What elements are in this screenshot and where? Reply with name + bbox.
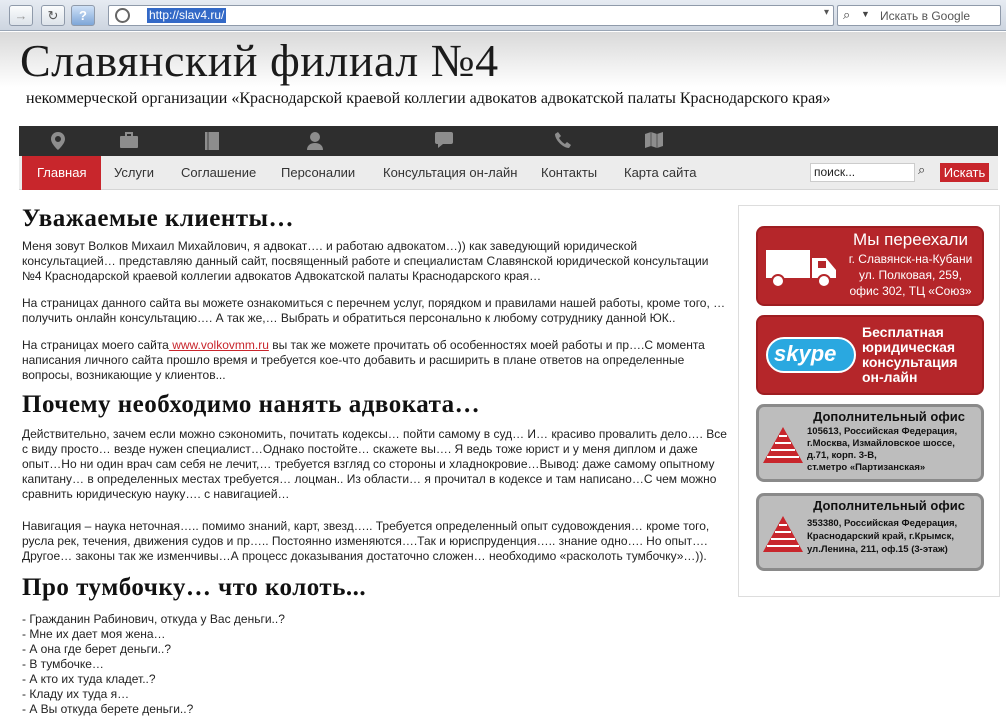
nav-item-home[interactable]: Главная xyxy=(22,156,102,190)
list-item: - В тумбочке… xyxy=(22,657,104,671)
list-item: - А она где берет деньги..? xyxy=(22,642,171,656)
help-icon[interactable]: ? xyxy=(71,5,95,26)
map-icon[interactable] xyxy=(645,132,663,150)
globe-icon xyxy=(115,8,130,23)
skype-logo-icon: skype xyxy=(766,337,856,373)
skype-line1: Бесплатная xyxy=(862,324,944,340)
briefcase-icon[interactable] xyxy=(120,132,138,150)
search-icon[interactable]: ⌕ xyxy=(918,162,925,178)
skype-consultation-banner[interactable]: skype Бесплатная юридическая консультаци… xyxy=(756,315,984,395)
list-item: - Гражданин Рабинович, откуда у Вас день… xyxy=(22,612,285,626)
paragraph-text: На страницах моего сайта xyxy=(22,338,169,352)
moved-line3: офис 302, ТЦ «Союз» xyxy=(849,284,972,298)
skype-line3: консультация xyxy=(862,354,958,370)
site-subtitle: некоммерческой организации «Краснодарско… xyxy=(26,90,831,107)
office1-line2: г.Москва, Измайловское шоссе, xyxy=(807,438,955,449)
skype-line4: он-лайн xyxy=(862,369,918,385)
moved-line1: г. Славянск-на-Кубани xyxy=(848,252,973,266)
office1-line3: д.71, корп. 3-В, xyxy=(807,450,877,461)
heading-nightstand: Про тумбочку… что колоть... xyxy=(22,574,367,601)
moved-line2: ул. Полковая, 259, xyxy=(859,268,962,282)
building-icon xyxy=(763,427,803,463)
search-icon[interactable]: ⌕ xyxy=(843,7,850,23)
office1-title: Дополнительный офис xyxy=(813,409,965,424)
phone-icon[interactable] xyxy=(554,132,572,150)
office2-line2: Краснодарский край, г.Крымск, xyxy=(807,531,954,542)
list-item: - Кладу их туда я… xyxy=(22,687,130,701)
office-moscow-card[interactable]: Дополнительный офис 105613, Российская Ф… xyxy=(756,404,984,482)
paragraph: Навигация – наука неточная….. помимо зна… xyxy=(22,519,710,563)
map-pin-icon[interactable] xyxy=(49,132,67,150)
book-icon[interactable] xyxy=(203,132,221,150)
skype-line2: юридическая xyxy=(862,339,956,355)
truck-icon xyxy=(766,250,836,288)
site-search-input[interactable]: поиск... xyxy=(810,163,915,182)
browser-search-input[interactable]: ⌕ ▼ Искать в Google xyxy=(837,5,1001,26)
forward-icon[interactable]: → xyxy=(9,5,33,26)
url-text[interactable]: http://slav4.ru/ xyxy=(147,8,227,23)
address-bar[interactable]: http://slav4.ru/ ▾ xyxy=(108,5,834,26)
list-item: - А кто их туда кладет..? xyxy=(22,672,156,686)
heading-why-lawyer: Почему необходимо нанять адвоката… xyxy=(22,391,481,418)
list-item: - А Вы откуда берете деньги..? xyxy=(22,702,194,716)
main-content: Уважаемые клиенты… Меня зовут Волков Мих… xyxy=(22,205,730,717)
list-item: - Мне их дает моя жена… xyxy=(22,627,166,641)
skype-logo-text: skype xyxy=(774,341,837,366)
main-nav: Главная Услуги Соглашение Персоналии Кон… xyxy=(19,156,998,190)
chevron-down-icon[interactable]: ▾ xyxy=(824,7,829,18)
nav-item-agreement[interactable]: Соглашение xyxy=(181,156,256,190)
office1-line4: ст.метро «Партизанская» xyxy=(807,462,926,473)
nav-item-services[interactable]: Услуги xyxy=(114,156,154,190)
office2-line3: ул.Ленина, 211, оф.15 (3-этаж) xyxy=(807,544,948,555)
chevron-down-icon[interactable]: ▼ xyxy=(861,9,870,19)
nav-icon-bar xyxy=(19,126,998,156)
office2-line1: 353380, Российская Федерация, xyxy=(807,518,958,529)
building-icon xyxy=(763,516,803,552)
paragraph: Меня зовут Волков Михаил Михайлович, я а… xyxy=(22,239,709,283)
paragraph: Действительно, зачем если можно сэкономи… xyxy=(22,427,727,501)
site-title: Славянский филиал №4 xyxy=(20,35,499,86)
person-icon[interactable] xyxy=(306,132,324,150)
personal-site-link[interactable]: www.volkovmm.ru xyxy=(169,338,269,352)
office-krymsk-card[interactable]: Дополнительный офис 353380, Российская Ф… xyxy=(756,493,984,571)
office2-title: Дополнительный офис xyxy=(813,498,965,513)
heading-clients: Уважаемые клиенты… xyxy=(22,205,295,232)
nav-item-contacts[interactable]: Контакты xyxy=(541,156,597,190)
search-placeholder: Искать в Google xyxy=(880,9,971,23)
paragraph: На страницах данного сайта вы можете озн… xyxy=(22,296,726,325)
nav-item-consultation[interactable]: Консультация он-лайн xyxy=(383,156,517,190)
nav-item-sitemap[interactable]: Карта сайта xyxy=(624,156,696,190)
chat-icon[interactable] xyxy=(435,132,453,150)
paragraph: На страницах моего сайта www.volkovmm.ru… xyxy=(22,338,730,383)
sidebar: Мы переехали г. Славянск-на-Кубани ул. П… xyxy=(738,205,1000,597)
search-button[interactable]: Искать xyxy=(940,163,989,182)
moved-banner[interactable]: Мы переехали г. Славянск-на-Кубани ул. П… xyxy=(756,226,984,306)
reload-icon[interactable]: ↻ xyxy=(41,5,65,26)
office1-line1: 105613, Российская Федерация, xyxy=(807,426,958,437)
site-header: Славянский филиал №4 некоммерческой орга… xyxy=(0,32,1006,124)
moved-title: Мы переехали xyxy=(853,230,968,249)
nav-item-personnel[interactable]: Персоналии xyxy=(281,156,355,190)
browser-toolbar: → ↻ ? http://slav4.ru/ ▾ ⌕ ▼ Искать в Go… xyxy=(0,0,1006,31)
